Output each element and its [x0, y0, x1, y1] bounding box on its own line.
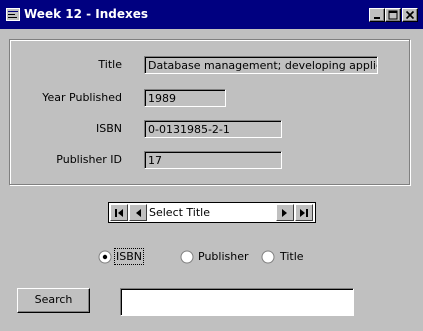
form-icon[interactable] [6, 8, 20, 21]
next-record-button[interactable] [276, 204, 294, 221]
close-button[interactable] [402, 8, 418, 22]
isbn-label: ISBN [95, 122, 122, 135]
year-published-field: 1989 [144, 89, 226, 107]
title-field: Database management; developing applicat… [144, 56, 378, 74]
maximize-button[interactable] [385, 8, 401, 22]
close-icon [405, 10, 415, 20]
isbn-radio-label[interactable]: ISBN [113, 248, 145, 265]
publisher-id-field: 17 [144, 151, 282, 169]
minimize-icon [374, 17, 380, 19]
title-bar[interactable]: Week 12 - Indexes [0, 0, 423, 29]
title-radio-label[interactable]: Title [280, 250, 304, 263]
first-record-icon [115, 209, 123, 217]
minimize-button[interactable] [369, 8, 385, 22]
title-label: Title [98, 58, 122, 71]
record-navigator: Select Title [108, 202, 316, 223]
search-button[interactable]: Search [17, 288, 90, 313]
publisher-id-label: Publisher ID [56, 153, 122, 166]
navigator-caption: Select Title [149, 206, 211, 219]
search-input[interactable] [120, 288, 354, 316]
previous-record-icon [136, 209, 141, 217]
last-record-icon [300, 209, 308, 217]
next-record-icon [282, 209, 287, 217]
isbn-field: 0-0131985-2-1 [144, 120, 282, 138]
publisher-radio[interactable] [180, 250, 194, 264]
publisher-radio-label[interactable]: Publisher [198, 250, 249, 263]
last-record-button[interactable] [295, 204, 313, 221]
title-radio[interactable] [261, 250, 275, 264]
year-published-label: Year Published [42, 91, 122, 104]
maximize-icon [388, 10, 398, 20]
isbn-radio[interactable] [98, 250, 112, 264]
first-record-button[interactable] [110, 204, 128, 221]
previous-record-button[interactable] [129, 204, 147, 221]
window-title: Week 12 - Indexes [24, 7, 149, 21]
